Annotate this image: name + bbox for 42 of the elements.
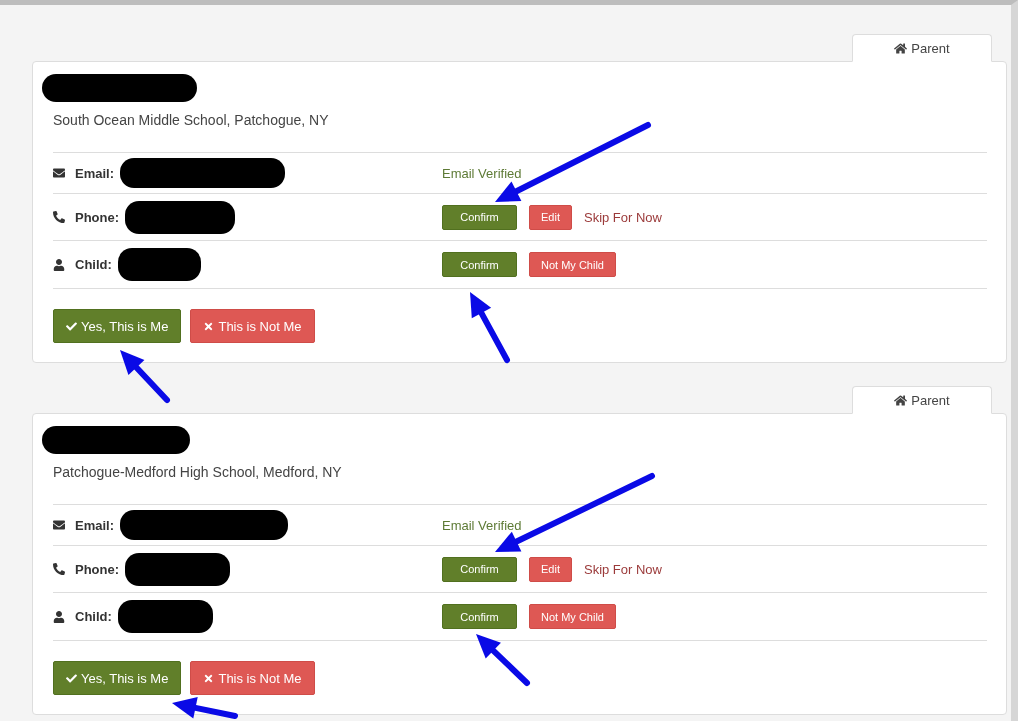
close-icon: [203, 320, 215, 332]
school-name: South Ocean Middle School, Patchogue, NY: [53, 112, 330, 128]
reject-button[interactable]: Not My Child: [529, 604, 616, 629]
confirm-button[interactable]: Yes, This is Me: [53, 309, 182, 343]
field-label: Phone:: [75, 209, 120, 225]
status-text: Email Verified: [442, 517, 522, 533]
reject-button[interactable]: This is Not Me: [190, 309, 315, 343]
reject-button[interactable]: Edit: [529, 204, 572, 230]
person-icon: [53, 258, 65, 271]
parent-tab[interactable]: Parent: [852, 386, 992, 414]
confirm-button[interactable]: Confirm: [442, 252, 517, 277]
skip-link[interactable]: Skip For Now: [583, 209, 662, 225]
reject-button[interactable]: Not My Child: [529, 252, 616, 277]
annotation-arrow: [476, 634, 530, 686]
status-text: Email Verified: [442, 165, 522, 181]
confirm-button[interactable]: Confirm: [442, 604, 517, 629]
confirm-button[interactable]: Confirm: [442, 556, 517, 582]
confirm-button[interactable]: Confirm: [442, 204, 517, 230]
close-icon: [203, 672, 215, 684]
home-icon: [894, 41, 908, 55]
envelope-icon: [53, 167, 65, 179]
annotation-arrow: [470, 292, 510, 363]
field-label: Child:: [75, 609, 112, 624]
annotation-arrow: [172, 697, 238, 719]
field-label: Child:: [75, 257, 112, 272]
check-icon: [66, 672, 77, 684]
envelope-icon: [53, 519, 65, 531]
confirm-button[interactable]: Yes, This is Me: [53, 661, 182, 695]
reject-button[interactable]: This is Not Me: [190, 661, 315, 695]
phone-icon: [53, 563, 65, 575]
field-label: Email:: [75, 517, 114, 533]
person-icon: [53, 610, 65, 623]
reject-button[interactable]: Edit: [529, 556, 572, 582]
check-icon: [66, 320, 77, 332]
annotation-arrow: [120, 350, 170, 403]
parent-tab[interactable]: Parent: [852, 34, 992, 62]
field-label: Email:: [75, 165, 114, 181]
home-icon: [894, 393, 908, 407]
phone-icon: [53, 211, 65, 223]
school-name: Patchogue-Medford High School, Medford, NY: [53, 464, 343, 480]
field-label: Phone:: [75, 561, 120, 577]
skip-link[interactable]: Skip For Now: [583, 561, 662, 577]
